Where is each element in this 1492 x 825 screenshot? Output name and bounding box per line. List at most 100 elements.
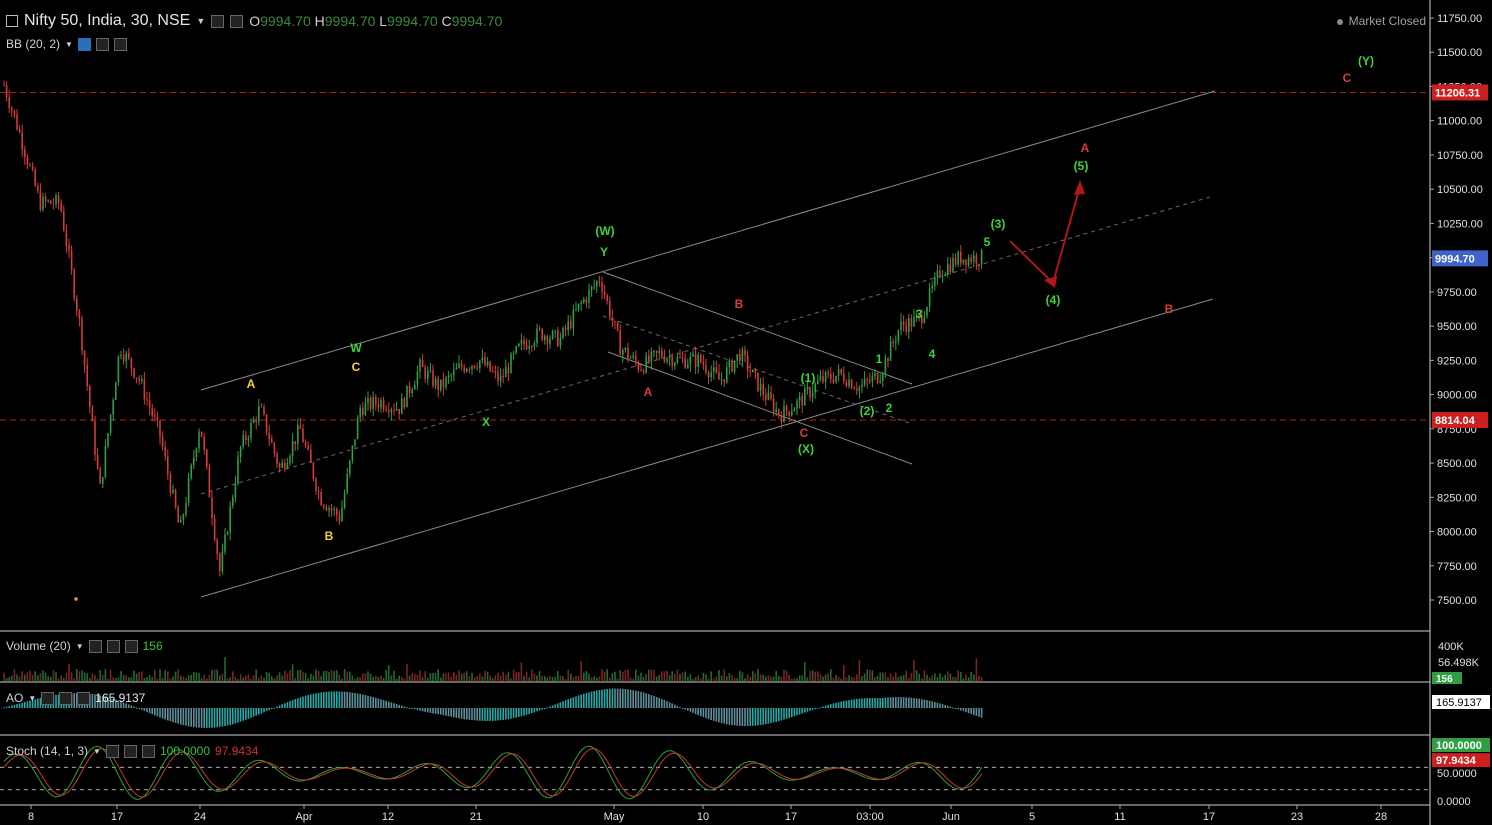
close-icon[interactable] [77, 691, 91, 705]
candle-body [304, 442, 307, 446]
ao-bar [978, 708, 980, 717]
price-axis-label: 11750.00 [1437, 13, 1482, 25]
candle-body [401, 398, 403, 415]
eye-icon[interactable] [105, 744, 119, 758]
ao-bar [138, 708, 140, 709]
volume-bar [497, 672, 499, 681]
ao-bar [341, 691, 343, 708]
chevron-down-icon[interactable]: ▼ [65, 40, 73, 49]
candle-body [312, 462, 315, 479]
eye-icon[interactable] [77, 37, 91, 51]
chevron-down-icon[interactable]: ▼ [76, 642, 84, 651]
eye-icon[interactable] [88, 639, 102, 653]
settings-icon[interactable] [211, 14, 225, 28]
candle-body [102, 477, 104, 484]
ao-bar [913, 698, 915, 708]
ao-bar [762, 708, 764, 725]
settings-icon[interactable] [95, 37, 109, 51]
ao-bar [408, 707, 411, 709]
volume-bar [382, 678, 385, 681]
close-icon[interactable] [124, 639, 138, 653]
volume-bar [156, 678, 159, 681]
volume-bar [359, 677, 361, 681]
candle-body [434, 378, 437, 386]
eye-icon[interactable] [41, 691, 55, 705]
candle-body [629, 357, 632, 359]
volume-bar [515, 672, 517, 681]
candle-body [130, 358, 133, 369]
volume-bar [154, 669, 156, 681]
window-icon[interactable] [6, 15, 18, 27]
stoch-d-value: 97.9434 [215, 744, 259, 758]
volume-bar [887, 677, 889, 681]
volume-bar [281, 675, 283, 681]
symbol-title[interactable]: Nifty 50, India, 30, NSE [24, 12, 190, 30]
candle-body [861, 384, 863, 388]
ao-bar [286, 702, 289, 708]
volume-bar [570, 673, 572, 681]
volume-bar [832, 677, 835, 681]
candle-body [507, 367, 510, 374]
candle-body [117, 356, 120, 383]
volume-bar [752, 671, 754, 681]
ao-bar [177, 708, 179, 724]
candle-body [596, 281, 598, 287]
ao-bar [741, 708, 744, 727]
candle-body [190, 464, 192, 478]
bb-label[interactable]: BB (20, 2) [6, 37, 60, 51]
ao-bar [362, 694, 364, 708]
eye-icon[interactable] [230, 14, 244, 28]
candle-body [81, 318, 83, 351]
elliott-wave-label: A [247, 377, 256, 391]
candle-body [416, 371, 419, 385]
candle-body [835, 375, 837, 383]
candle-body [830, 373, 832, 380]
volume-axis-label: 400K [1438, 641, 1464, 653]
settings-icon[interactable] [106, 639, 120, 653]
ao-bar [739, 708, 741, 726]
chevron-down-icon[interactable]: ▼ [93, 747, 101, 756]
ao-bar [611, 688, 614, 708]
candle-body [182, 514, 185, 520]
ao-bar [349, 692, 351, 708]
volume-bar [141, 671, 143, 681]
stoch-label[interactable]: Stoch (14, 1, 3) [6, 744, 88, 758]
chart-canvas[interactable]: 11750.0011500.0011250.0011000.0010750.00… [0, 0, 1492, 825]
volume-bar [827, 673, 829, 681]
volume-bar [863, 673, 866, 681]
volume-bar [707, 678, 710, 681]
volume-bar [416, 674, 419, 681]
candle-body [832, 379, 835, 383]
candle-body [848, 379, 850, 387]
volume-bar [757, 669, 759, 681]
chevron-down-icon[interactable]: ▼ [196, 16, 205, 26]
candle-body [913, 316, 915, 327]
ao-bar [926, 700, 928, 708]
ao-bar [484, 708, 486, 721]
ao-bar [393, 703, 395, 708]
candle-body [603, 291, 606, 296]
close-icon[interactable] [141, 744, 155, 758]
ao-bar [770, 708, 772, 724]
volume-bar [817, 671, 819, 681]
candle-body [980, 249, 983, 265]
volume-bar [710, 671, 712, 681]
volume-bar [364, 673, 367, 681]
settings-icon[interactable] [59, 691, 73, 705]
chevron-down-icon[interactable]: ▼ [28, 694, 36, 703]
ao-bar [744, 708, 746, 727]
volume-bar [424, 671, 426, 681]
ao-label[interactable]: AO [6, 691, 23, 705]
candle-body [219, 554, 221, 572]
close-icon[interactable] [113, 37, 127, 51]
ao-bar [167, 708, 169, 721]
candle-body [161, 436, 164, 448]
volume-bar [442, 673, 445, 681]
candle-body [8, 97, 10, 109]
settings-icon[interactable] [123, 744, 137, 758]
volume-bar [767, 675, 770, 681]
ao-bar [884, 697, 887, 708]
candle-body [741, 349, 744, 362]
volume-label[interactable]: Volume (20) [6, 639, 71, 653]
ao-bar [489, 708, 491, 721]
